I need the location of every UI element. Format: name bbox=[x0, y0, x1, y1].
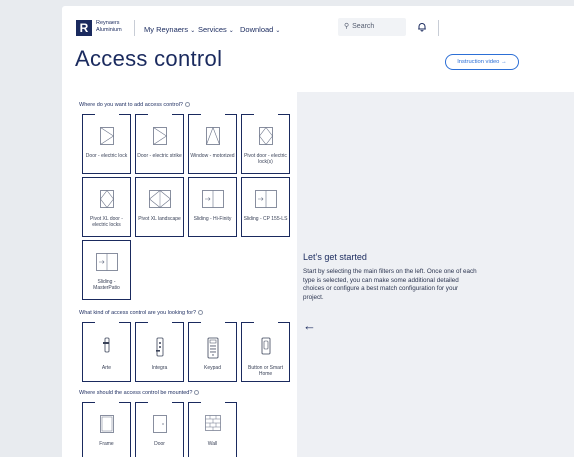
card-label: Keypad bbox=[204, 365, 221, 371]
pivot-landscape-icon bbox=[148, 190, 171, 208]
page-title: Access control bbox=[75, 46, 223, 71]
page: R Reynaers Aluminium My Reynaers ⌄ Servic… bbox=[62, 6, 574, 457]
card-label: Frame bbox=[99, 441, 114, 447]
kind-card-arte[interactable]: Arte bbox=[82, 322, 131, 382]
info-icon[interactable] bbox=[198, 310, 204, 316]
arte-handle-icon bbox=[102, 337, 109, 353]
info-icon[interactable] bbox=[194, 390, 200, 396]
search-input[interactable]: ⚲ Search bbox=[338, 18, 406, 36]
type-card-window-motorized[interactable]: Window - motorized bbox=[188, 114, 237, 174]
divider bbox=[134, 20, 135, 36]
card-label: Integra bbox=[151, 365, 168, 371]
card-label: Door - electric lock bbox=[85, 153, 128, 159]
logo-line1: Reynaers bbox=[96, 20, 120, 26]
card-label: Sliding - CP 155-LS bbox=[243, 216, 288, 222]
nav-label: Download bbox=[240, 25, 274, 34]
integra-handle-icon bbox=[155, 337, 163, 357]
card-label: Door bbox=[154, 441, 165, 447]
pivot-door-icon bbox=[99, 190, 114, 208]
type-card-door-electric-strike[interactable]: Door - electric strike bbox=[135, 114, 184, 174]
bell-icon[interactable] bbox=[417, 22, 427, 32]
card-label: Button or Smart Home bbox=[247, 365, 283, 377]
type-card-sliding-masterpatio[interactable]: Sliding - MasterPatio bbox=[82, 240, 131, 300]
card-label: Wall bbox=[207, 441, 218, 447]
smart-button-icon bbox=[261, 337, 270, 355]
card-label: Sliding - Hi-Finity bbox=[193, 216, 232, 222]
header: R Reynaers Aluminium My Reynaers ⌄ Servic… bbox=[62, 6, 574, 42]
mount-card-frame[interactable]: Frame bbox=[82, 402, 131, 457]
panel-title: Let’s get started bbox=[303, 252, 367, 262]
chevron-down-icon: ⌄ bbox=[275, 28, 281, 34]
type-card-sliding-cp-155-ls[interactable]: Sliding - CP 155-LS bbox=[241, 177, 290, 237]
chevron-down-icon: ⌄ bbox=[190, 28, 196, 34]
frame-icon bbox=[99, 415, 114, 433]
pivot-door-icon bbox=[258, 127, 273, 145]
sliding-window-icon bbox=[254, 190, 277, 208]
sliding-window-icon bbox=[95, 253, 118, 271]
card-label: Door - electric strike bbox=[137, 153, 182, 159]
logo-text: Reynaers Aluminium bbox=[96, 20, 122, 33]
kind-card-keypad[interactable]: Keypad bbox=[188, 322, 237, 382]
sliding-window-icon bbox=[201, 190, 224, 208]
logo[interactable]: R bbox=[76, 20, 92, 36]
divider bbox=[438, 20, 439, 36]
door-icon bbox=[152, 127, 167, 145]
question-text: Where should the access control be mount… bbox=[79, 390, 193, 396]
logo-line2: Aluminium bbox=[96, 26, 122, 33]
nav-download[interactable]: Download ⌄ bbox=[240, 25, 280, 34]
question-text: Where do you want to add access control? bbox=[79, 102, 183, 108]
question-kind: What kind of access control are you look… bbox=[79, 310, 204, 316]
nav-my-reynaers[interactable]: My Reynaers ⌄ bbox=[144, 25, 195, 34]
brick-wall-icon bbox=[204, 415, 221, 431]
card-label: Pivot XL door - electric locks bbox=[90, 216, 123, 228]
type-card-door-electric-lock[interactable]: Door - electric lock bbox=[82, 114, 131, 174]
nav-label: Services bbox=[198, 25, 227, 34]
search-icon: ⚲ bbox=[344, 23, 350, 30]
logo-letter: R bbox=[79, 21, 89, 35]
type-card-pivot-xl-door[interactable]: Pivot XL door - electric locks bbox=[82, 177, 131, 237]
info-icon[interactable] bbox=[184, 102, 190, 108]
card-label: Arte bbox=[101, 365, 112, 371]
kind-card-integra[interactable]: Integra bbox=[135, 322, 184, 382]
arrow-left-icon: ← bbox=[303, 318, 316, 333]
configurator-panel: Let’s get started Start by selecting the… bbox=[297, 92, 574, 457]
mount-card-wall[interactable]: Wall bbox=[188, 402, 237, 457]
panel-text: Start by selecting the main filters on t… bbox=[303, 268, 477, 301]
type-card-pivot-xl-landscape[interactable]: Pivot XL landscape bbox=[135, 177, 184, 237]
mount-card-door[interactable]: Door bbox=[135, 402, 184, 457]
question-mount: Where should the access control be mount… bbox=[79, 390, 200, 396]
search-placeholder: Search bbox=[352, 23, 375, 30]
type-card-sliding-hi-finity[interactable]: Sliding - Hi-Finity bbox=[188, 177, 237, 237]
card-label: Sliding - MasterPatio bbox=[93, 279, 120, 291]
card-label: Pivot XL landscape bbox=[138, 216, 181, 222]
keypad-icon bbox=[207, 337, 218, 359]
instruction-video-button[interactable]: Instruction video → bbox=[445, 54, 519, 70]
door-icon bbox=[99, 127, 114, 145]
type-card-pivot-door[interactable]: Pivot door - electric lock(s) bbox=[241, 114, 290, 174]
card-label: Window - motorized bbox=[190, 153, 235, 159]
nav-services[interactable]: Services ⌄ bbox=[198, 25, 234, 34]
question-text: What kind of access control are you look… bbox=[79, 310, 197, 316]
door-panel-icon bbox=[152, 415, 167, 433]
kind-card-button-smart-home[interactable]: Button or Smart Home bbox=[241, 322, 290, 382]
chevron-down-icon: ⌄ bbox=[228, 28, 234, 34]
window-icon bbox=[205, 127, 220, 145]
card-label: Pivot door - electric lock(s) bbox=[244, 153, 287, 165]
nav-label: My Reynaers bbox=[144, 25, 189, 34]
question-location: Where do you want to add access control? bbox=[79, 102, 190, 108]
